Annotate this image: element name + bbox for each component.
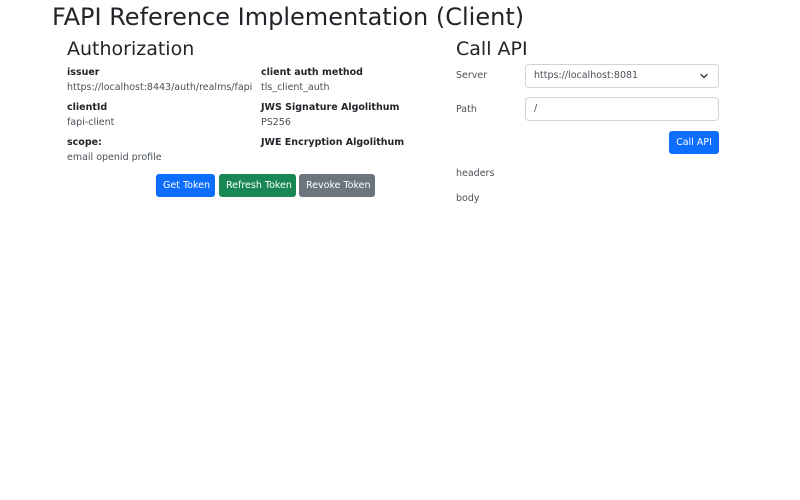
call-api-button[interactable]: Call API [669,131,719,154]
page-title: FAPI Reference Implementation (Client) [52,3,525,31]
scope-label: scope: [67,137,102,148]
server-select[interactable]: https://localhost:8081 [525,64,719,88]
issuer-label: issuer [67,67,100,78]
headers-label: headers [456,168,495,179]
jws-signature-value: PS256 [261,117,291,128]
revoke-token-button[interactable]: Revoke Token [299,174,375,197]
chevron-down-icon [700,73,708,79]
path-label: Path [456,104,477,115]
client-id-value: fapi-client [67,117,115,128]
scope-value: email openid profile [67,152,162,163]
server-label: Server [456,70,488,81]
path-input[interactable]: / [525,97,719,121]
call-api-title: Call API [456,38,528,60]
client-id-label: clientId [67,102,108,113]
refresh-token-button[interactable]: Refresh Token [219,174,296,197]
jwe-encryption-label: JWE Encryption Algolithum [261,137,405,148]
client-auth-method-value: tls_client_auth [261,82,330,93]
client-auth-method-label: client auth method [261,67,363,78]
path-input-value: / [534,103,538,114]
authorization-title: Authorization [67,38,195,60]
issuer-value: https://localhost:8443/auth/realms/fapi [67,82,253,93]
server-select-value: https://localhost:8081 [534,70,639,81]
jws-signature-label: JWS Signature Algolithum [261,102,400,113]
get-token-button[interactable]: Get Token [156,174,215,197]
body-label: body [456,193,480,204]
